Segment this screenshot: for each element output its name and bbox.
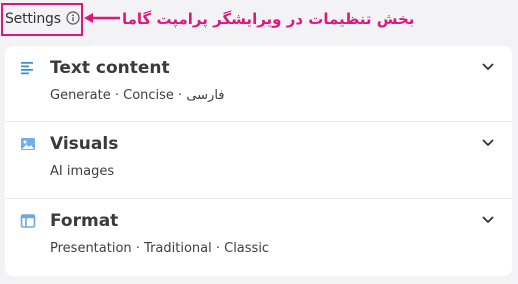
chevron-down-icon[interactable] [482, 139, 494, 147]
row-title: Format [50, 211, 119, 231]
settings-row-format[interactable]: Format Presentation · Traditional · Clas… [5, 199, 512, 275]
row-subtitle: Presentation · Traditional · Classic [50, 241, 270, 256]
settings-card: Text content Generate · Concise · فارسی … [5, 46, 512, 276]
info-circle-icon[interactable] [66, 11, 80, 25]
settings-header: Settings بخش تنظیمات در ویرایشگر پرامپت … [0, 0, 518, 42]
annotation-text: بخش تنظیمات در ویرایشگر پرامپت گاما [122, 10, 415, 28]
row-subtitle: AI images [50, 164, 115, 179]
row-title: Text content [50, 58, 170, 78]
text-lines-icon [21, 62, 33, 75]
annotation-arrow-icon [84, 13, 120, 23]
image-icon [21, 138, 35, 150]
settings-row-visuals[interactable]: Visuals AI images [5, 122, 512, 198]
row-title: Visuals [50, 134, 119, 154]
chevron-down-icon[interactable] [482, 63, 494, 71]
row-subtitle: Generate · Concise · فارسی [50, 88, 225, 103]
settings-row-text-content[interactable]: Text content Generate · Concise · فارسی [5, 46, 512, 122]
settings-label: Settings [5, 11, 61, 27]
chevron-down-icon[interactable] [482, 216, 494, 224]
layout-window-icon [20, 214, 36, 228]
